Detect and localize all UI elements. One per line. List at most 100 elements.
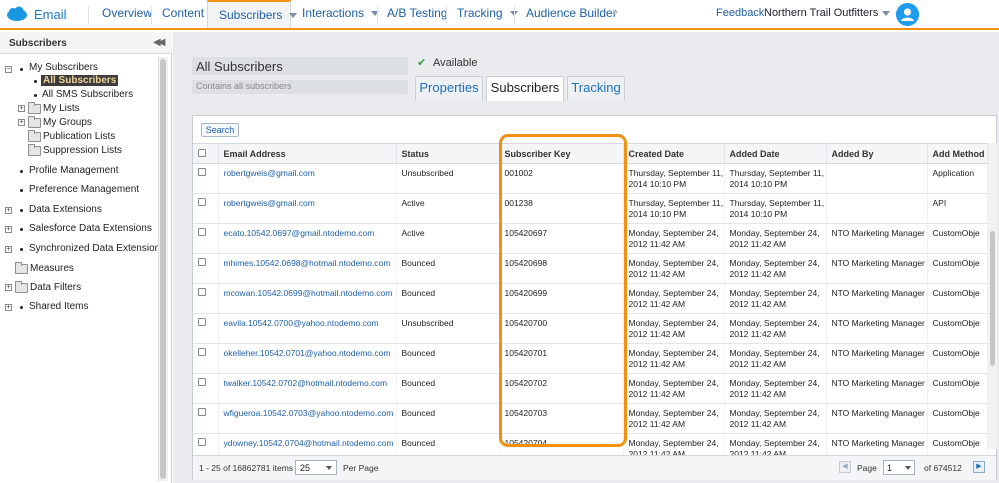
tree-item-measures[interactable]: Measures	[30, 263, 74, 274]
subscriber-key-cell: 105420703	[499, 403, 624, 434]
column-header-add-method[interactable]: Add Method	[927, 143, 988, 164]
table-row[interactable]: robertgweis@gmail.com Unsubscribed 001002 T…	[193, 163, 988, 194]
row-checkbox[interactable]	[193, 373, 219, 404]
time-line: 2012 11:42 AM	[729, 329, 787, 339]
row-checkbox[interactable]	[193, 283, 219, 314]
tree-item-publication-lists[interactable]: Publication Lists	[43, 131, 115, 142]
email-cell[interactable]: mcowan.10542.0699@hotmail.ntodemo.com	[218, 283, 397, 314]
email-cell[interactable]: ecato.10542.0697@gmail.ntodemo.com	[218, 223, 397, 254]
per-page-select[interactable]: 25	[295, 460, 337, 475]
email-cell[interactable]: wfigueroa.10542.0703@yahoo.ntodemo.com	[218, 403, 397, 434]
table-row[interactable]: mcowan.10542.0699@hotmail.ntodemo.com Bou…	[193, 283, 988, 314]
salesforce-cloud-icon[interactable]	[6, 6, 28, 22]
row-checkbox[interactable]	[193, 223, 219, 254]
add-method-cell: CustomObje	[927, 283, 988, 314]
tree-item-my-lists[interactable]: My Lists	[43, 103, 80, 114]
tree-item-data-filters[interactable]: Data Filters	[30, 282, 81, 293]
column-header-added-by[interactable]: Added By	[826, 143, 928, 164]
table-row[interactable]: robertgweis@gmail.com Active 001238 Thursda…	[193, 193, 988, 224]
table-row[interactable]: eavila.10542.0700@yahoo.ntodemo.com Unsub…	[193, 313, 988, 344]
nav-item-interactions[interactable]: Interactions	[302, 0, 380, 28]
nav-item-overview[interactable]: Overview	[102, 0, 152, 28]
email-cell[interactable]: okelleher.10542.0701@yahoo.ntodemo.com	[218, 343, 397, 374]
email-cell[interactable]: mhimes.10542.0698@hotmail.ntodemo.com	[218, 253, 397, 284]
tree-item-profile-management[interactable]: Profile Management	[29, 165, 119, 176]
checkbox-icon[interactable]	[198, 258, 206, 266]
tree-item-my-groups[interactable]: My Groups	[43, 117, 92, 128]
table-row[interactable]: ecato.10542.0697@gmail.ntodemo.com Active…	[193, 223, 988, 254]
row-checkbox[interactable]	[193, 343, 219, 374]
bullet-icon	[20, 228, 23, 231]
checkbox-icon[interactable]	[198, 288, 206, 296]
column-header-email[interactable]: Email Address	[218, 143, 397, 164]
tree-item-all-subscribers[interactable]: All Subscribers	[41, 75, 119, 86]
select-all-checkbox[interactable]	[193, 143, 219, 164]
expand-toggle-icon[interactable]: +	[5, 246, 12, 253]
tree-item-suppression-lists[interactable]: Suppression Lists	[43, 145, 122, 156]
tree-item-synchronized-data-extensions[interactable]: Synchronized Data Extensions	[29, 243, 165, 254]
tree-item-data-extensions[interactable]: Data Extensions	[29, 204, 102, 215]
checkbox-icon[interactable]	[198, 168, 206, 176]
nav-item-content[interactable]: Content	[162, 0, 204, 28]
row-checkbox[interactable]	[193, 313, 219, 344]
tree-item-all-subscribers-label: All Subscribers	[41, 75, 119, 86]
row-checkbox[interactable]	[193, 193, 219, 224]
tab-properties[interactable]: Properties	[415, 76, 483, 100]
checkbox-icon[interactable]	[198, 228, 206, 236]
collapse-toggle-icon[interactable]: −	[5, 66, 12, 73]
nav-item-tracking[interactable]: Tracking	[457, 0, 518, 28]
tree-item-salesforce-data-extensions[interactable]: Salesforce Data Extensions	[29, 223, 152, 234]
checkbox-icon[interactable]	[198, 198, 206, 206]
column-header-created-date[interactable]: Created Date	[623, 143, 725, 164]
email-cell[interactable]: twalker.10542.0702@hotmail.ntodemo.com	[218, 373, 397, 404]
checkbox-icon[interactable]	[198, 378, 206, 386]
expand-toggle-icon[interactable]: +	[5, 284, 12, 291]
page-number-input[interactable]: 1	[883, 460, 915, 475]
tab-subscribers[interactable]: Subscribers	[486, 76, 564, 101]
nav-item-subscribers[interactable]: Subscribers	[207, 0, 298, 28]
tree-item-shared-items[interactable]: Shared Items	[29, 301, 88, 312]
tree-item-all-sms-subscribers[interactable]: All SMS Subscribers	[42, 89, 133, 100]
expand-toggle-icon[interactable]: +	[5, 207, 12, 214]
nav-item-audience-builder[interactable]: Audience Builder	[526, 0, 617, 28]
checkbox-icon[interactable]	[198, 148, 206, 157]
tree-item-preference-management[interactable]: Preference Management	[29, 184, 139, 195]
tree-item-my-subscribers[interactable]: My Subscribers	[29, 62, 98, 73]
expand-toggle-icon[interactable]: +	[18, 119, 25, 126]
checkbox-icon[interactable]	[198, 438, 206, 446]
chevron-right-icon[interactable]: ▶	[973, 461, 985, 473]
checkbox-icon[interactable]	[198, 408, 206, 416]
row-checkbox[interactable]	[193, 253, 219, 284]
feedback-link[interactable]: Feedback	[716, 7, 764, 19]
double-chevron-left-icon[interactable]: ◀◀	[153, 37, 166, 48]
search-button[interactable]: Search	[201, 123, 239, 137]
email-cell[interactable]: eavila.10542.0700@yahoo.ntodemo.com	[218, 313, 397, 344]
email-cell[interactable]: robertgweis@gmail.com	[218, 193, 397, 224]
checkbox-icon[interactable]	[198, 348, 206, 356]
expand-toggle-icon[interactable]: +	[5, 226, 12, 233]
checkbox-icon[interactable]	[198, 318, 206, 326]
table-row[interactable]: wfigueroa.10542.0703@yahoo.ntodemo.com Bo…	[193, 403, 988, 434]
app-name[interactable]: Email	[34, 7, 67, 22]
expand-toggle-icon[interactable]: +	[5, 304, 12, 311]
column-header-added-date[interactable]: Added Date	[724, 143, 827, 164]
chevron-left-icon[interactable]: ◀	[839, 461, 851, 473]
user-avatar-icon[interactable]	[896, 3, 919, 26]
row-checkbox[interactable]	[193, 403, 219, 434]
table-row[interactable]: twalker.10542.0702@hotmail.ntodemo.com Bo…	[193, 373, 988, 404]
nav-item-ab-testing[interactable]: A/B Testing	[387, 0, 447, 28]
tab-tracking[interactable]: Tracking	[567, 76, 625, 100]
folder-icon	[28, 130, 41, 142]
org-switcher[interactable]: Northern Trail Outfitters	[764, 7, 891, 19]
table-row[interactable]: mhimes.10542.0698@hotmail.ntodemo.com Bou…	[193, 253, 988, 284]
column-header-status[interactable]: Status	[396, 143, 500, 164]
table-row[interactable]: okelleher.10542.0701@yahoo.ntodemo.com Bo…	[193, 343, 988, 374]
row-checkbox[interactable]	[193, 163, 219, 194]
email-cell[interactable]: robertgweis@gmail.com	[218, 163, 397, 194]
sidebar-scrollbar-thumb[interactable]	[160, 59, 166, 479]
table-scrollbar-thumb[interactable]	[990, 231, 995, 366]
column-header-subscriber-key[interactable]: Subscriber Key	[499, 143, 624, 164]
more-nav-icon[interactable]: »	[612, 6, 618, 18]
expand-toggle-icon[interactable]: +	[18, 105, 25, 112]
added-date-cell: Monday, September 24, 2012 11:42 AM	[724, 373, 827, 404]
